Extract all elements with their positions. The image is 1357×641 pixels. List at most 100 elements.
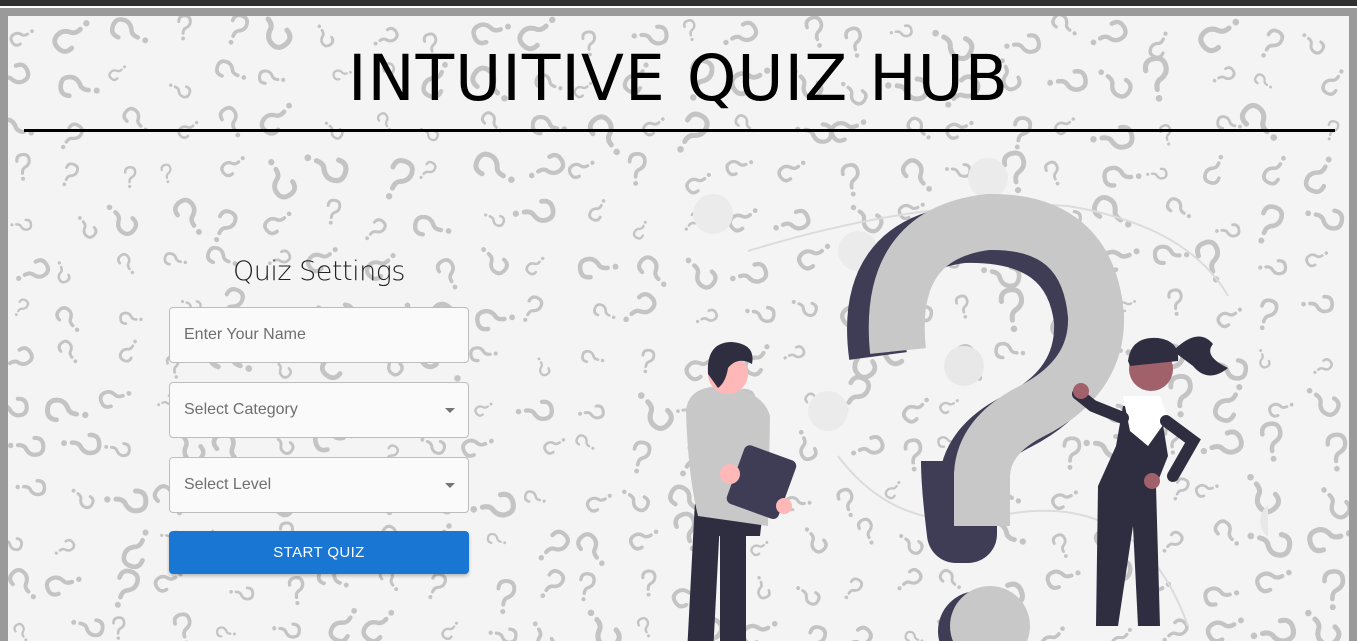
- category-select[interactable]: Select Category: [169, 382, 469, 438]
- question-mark-pattern-icon: [51, 258, 72, 285]
- question-mark-pattern-icon: [1315, 483, 1349, 520]
- question-mark-pattern-icon: [416, 159, 439, 184]
- question-mark-pattern-icon: [1303, 152, 1336, 194]
- question-mark-pattern-icon: [11, 255, 53, 291]
- question-mark-pattern-icon: [635, 615, 656, 641]
- question-mark-pattern-icon: [522, 489, 549, 507]
- question-mark-pattern-icon: [96, 381, 136, 411]
- question-mark-pattern-icon: [575, 403, 606, 423]
- question-mark-pattern-icon: [71, 212, 100, 241]
- question-mark-pattern-icon: [576, 571, 597, 604]
- question-mark-pattern-icon: [1310, 356, 1335, 380]
- question-mark-pattern-icon: [518, 293, 546, 327]
- question-mark-pattern-icon: [260, 203, 297, 238]
- question-mark-pattern-icon: [300, 149, 348, 183]
- question-mark-pattern-icon: [473, 241, 512, 278]
- question-mark-pattern-icon: [328, 603, 361, 641]
- question-mark-pattern-icon: [13, 478, 47, 498]
- question-mark-pattern-icon: [620, 291, 658, 329]
- question-mark-pattern-icon: [414, 216, 452, 238]
- question-mark-pattern-icon: [45, 568, 84, 596]
- question-mark-pattern-icon: [469, 492, 516, 522]
- question-mark-pattern-icon: [573, 432, 599, 454]
- title-divider: [24, 129, 1335, 132]
- question-mark-pattern-icon: [494, 578, 517, 617]
- settings-title: Quiz Settings: [233, 256, 405, 287]
- question-mark-pattern-icon: [829, 111, 869, 143]
- question-mark-pattern-icon: [511, 200, 554, 227]
- top-strip: [0, 0, 1357, 6]
- category-select-label: Select Category: [184, 401, 298, 418]
- name-input[interactable]: [170, 308, 468, 362]
- chevron-down-icon: [445, 483, 455, 488]
- question-mark-pattern-icon: [171, 610, 198, 641]
- question-illustration: [686, 158, 1268, 641]
- question-mark-pattern-icon: [887, 23, 914, 41]
- question-mark-pattern-icon: [172, 197, 210, 239]
- question-mark-pattern-icon: [8, 218, 33, 233]
- question-mark-pattern-icon: [942, 112, 978, 143]
- app-frame: INTUITIVE QUIZ HUB Quiz Settings Select …: [0, 8, 1357, 641]
- question-mark-pattern-icon: [8, 438, 44, 457]
- question-mark-pattern-icon: [66, 484, 97, 512]
- question-mark-pattern-icon: [523, 251, 548, 278]
- start-quiz-button[interactable]: START QUIZ: [169, 531, 469, 574]
- question-mark-pattern-icon: [672, 111, 710, 158]
- question-mark-pattern-icon: [102, 440, 132, 458]
- question-mark-pattern-icon: [61, 434, 100, 454]
- question-mark-pattern-icon: [117, 335, 142, 365]
- question-mark-pattern-icon: [480, 209, 507, 229]
- question-mark-pattern-icon: [119, 311, 145, 325]
- question-mark-pattern-icon: [1301, 384, 1341, 418]
- question-mark-pattern-icon: [1052, 111, 1079, 138]
- question-mark-pattern-icon: [208, 207, 240, 248]
- question-mark-pattern-icon: [468, 343, 500, 363]
- question-mark-pattern-icon: [526, 152, 566, 186]
- quiz-settings-panel: Quiz Settings Select Category Select Lev…: [169, 256, 469, 574]
- question-mark-pattern-icon: [100, 201, 139, 237]
- question-mark-pattern-icon: [123, 165, 138, 190]
- question-mark-pattern-icon: [58, 160, 81, 191]
- question-mark-pattern-icon: [640, 111, 669, 139]
- question-mark-pattern-icon: [476, 306, 516, 331]
- question-mark-pattern-icon: [579, 255, 619, 278]
- question-mark-pattern-icon: [11, 621, 33, 641]
- question-mark-pattern-icon: [286, 575, 308, 608]
- question-mark-pattern-icon: [473, 151, 520, 188]
- question-mark-pattern-icon: [583, 486, 616, 515]
- question-mark-pattern-icon: [55, 337, 84, 368]
- question-mark-pattern-icon: [439, 617, 462, 641]
- question-mark-pattern-icon: [227, 586, 255, 601]
- question-mark-pattern-icon: [532, 354, 552, 378]
- man-figure: [686, 342, 797, 641]
- question-mark-pattern-icon: [631, 217, 651, 241]
- level-select-label: Select Level: [184, 476, 272, 493]
- question-mark-pattern-icon: [1297, 605, 1342, 641]
- question-mark-pattern-icon: [565, 153, 599, 182]
- question-mark-pattern-icon: [218, 149, 249, 180]
- question-mark-pattern-icon: [8, 398, 27, 417]
- question-mark-pattern-icon: [579, 605, 623, 641]
- question-mark-pattern-icon: [471, 16, 513, 45]
- question-mark-pattern-icon: [1324, 571, 1344, 611]
- question-mark-pattern-icon: [115, 251, 140, 278]
- question-mark-pattern-icon: [259, 156, 297, 201]
- question-mark-pattern-icon: [627, 151, 648, 188]
- question-mark-pattern-icon: [639, 348, 656, 376]
- question-mark-pattern-icon: [8, 343, 37, 379]
- level-select[interactable]: Select Level: [169, 457, 469, 513]
- question-mark-pattern-icon: [535, 529, 571, 567]
- question-mark-pattern-icon: [575, 531, 612, 569]
- question-mark-pattern-icon: [794, 123, 831, 142]
- question-mark-pattern-icon: [616, 484, 653, 515]
- question-mark-pattern-icon: [1303, 245, 1332, 270]
- question-mark-pattern-icon: [586, 194, 610, 224]
- question-mark-pattern-icon: [485, 531, 509, 548]
- question-mark-pattern-icon: [1009, 115, 1034, 153]
- question-mark-pattern-icon: [8, 567, 42, 603]
- question-mark-pattern-icon: [486, 626, 518, 641]
- question-mark-pattern-icon: [360, 216, 389, 246]
- chevron-down-icon: [445, 408, 455, 413]
- name-field-wrapper: [169, 307, 469, 363]
- question-mark-pattern-icon: [360, 603, 398, 641]
